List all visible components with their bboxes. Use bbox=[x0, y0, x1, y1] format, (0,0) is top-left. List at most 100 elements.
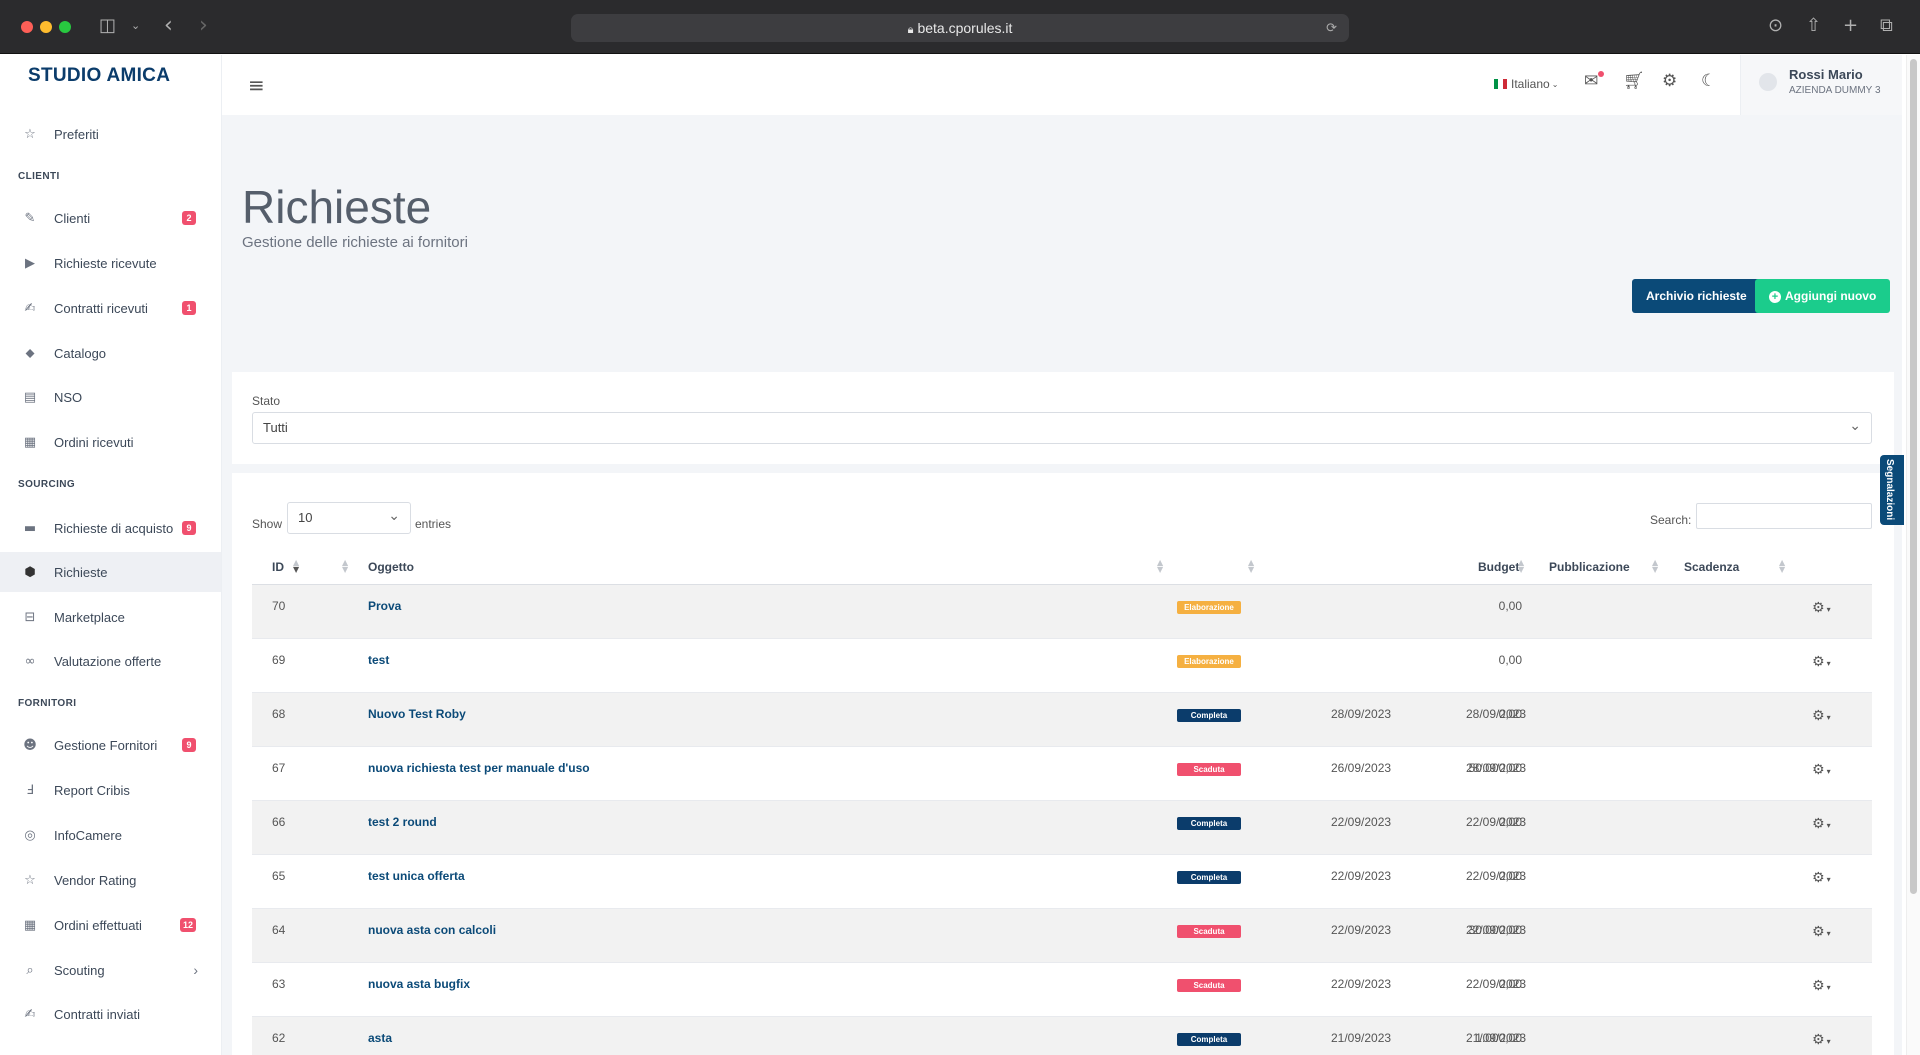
table-row[interactable]: 66 test 2 round Completa 0,00 22/09/2023 22/0… bbox=[252, 801, 1872, 855]
nav-section-heading: FORNITORI bbox=[18, 698, 77, 709]
sort-icon[interactable]: ▲ ▼ bbox=[1652, 559, 1658, 574]
sidebar-item-report-cribis[interactable]: Ⅎ Report Cribis bbox=[0, 770, 221, 810]
count-badge: 12 bbox=[179, 918, 196, 932]
reports-side-tab[interactable]: Segnalazioni bbox=[1880, 455, 1904, 525]
sidebar-item-catalogo[interactable]: ⬥ Catalogo bbox=[0, 333, 221, 373]
sidebar-item-infocamere[interactable]: ◎ InfoCamere bbox=[0, 815, 221, 855]
sidebar-item-clienti[interactable]: ✎ Clienti 2 bbox=[0, 198, 221, 238]
sidebar-item-ordini-ricevuti[interactable]: ▦ Ordini ricevuti bbox=[0, 422, 221, 462]
caret-down-icon: ▾ bbox=[1826, 983, 1831, 992]
cell-id: 65 bbox=[272, 869, 286, 883]
column-header-id[interactable]: ID bbox=[272, 549, 284, 585]
minimize-window-button[interactable] bbox=[40, 21, 52, 33]
sort-icon[interactable]: ▲ ▼ bbox=[342, 559, 348, 574]
sidebar-item-valutazione-offerte[interactable]: ∞ Valutazione offerte bbox=[0, 641, 221, 681]
search-input[interactable] bbox=[1696, 503, 1872, 529]
forward-icon[interactable]: › bbox=[199, 15, 208, 37]
column-header-object[interactable]: Oggetto bbox=[368, 549, 414, 585]
close-window-button[interactable] bbox=[21, 21, 33, 33]
sidebar-item-ordini-effettuati[interactable]: ▦ Ordini effettuati 12 bbox=[0, 905, 221, 945]
table-row[interactable]: 64 nuova asta con calcoli Scaduta 30.000,00… bbox=[252, 909, 1872, 963]
request-object-link[interactable]: nuova asta bugfix bbox=[368, 977, 470, 991]
back-icon[interactable]: ‹ bbox=[164, 15, 173, 37]
downloads-icon[interactable]: ⊙ bbox=[1768, 15, 1783, 37]
chevron-down-icon[interactable]: ⌄ bbox=[131, 15, 140, 37]
request-object-link[interactable]: test 2 round bbox=[368, 815, 437, 829]
sidebar-item-scouting[interactable]: ⌕ Scouting › bbox=[0, 950, 221, 990]
scrollbar-thumb[interactable] bbox=[1910, 59, 1917, 894]
sidebar-item-marketplace[interactable]: ⊟ Marketplace bbox=[0, 597, 221, 637]
reload-icon[interactable]: ⟳ bbox=[1326, 14, 1337, 42]
sidebar-item-nso[interactable]: ▤ NSO bbox=[0, 377, 221, 417]
status-badge: Completa bbox=[1177, 871, 1241, 884]
status-badge: Scaduta bbox=[1177, 925, 1241, 938]
row-actions-gear-icon[interactable]: ⚙ ▾ bbox=[1812, 816, 1831, 832]
column-header-expiry[interactable]: Scadenza bbox=[1684, 549, 1739, 585]
share-icon[interactable]: ⇧ bbox=[1806, 15, 1821, 37]
sidebar-item-contratti-ricevuti[interactable]: ✍ Contratti ricevuti 1 bbox=[0, 288, 221, 328]
sidebar-item-gestione-fornitori[interactable]: ☻ Gestione Fornitori 9 bbox=[0, 725, 221, 765]
settings-icon[interactable]: ⚙ bbox=[1662, 71, 1677, 91]
address-bar[interactable]: 🔒︎ beta.cporules.it ⟳ bbox=[571, 14, 1349, 42]
sidebar-item-label: Report Cribis bbox=[54, 782, 130, 798]
menu-toggle-icon[interactable]: ≡ bbox=[248, 73, 265, 97]
sidebar-item-vendor-rating[interactable]: ☆ Vendor Rating bbox=[0, 860, 221, 900]
archive-requests-button[interactable]: Archivio richieste bbox=[1632, 279, 1761, 313]
table-row[interactable]: 62 asta Completa 1.000,00 21/09/2023 21/09/20… bbox=[252, 1017, 1872, 1055]
brand-logo[interactable]: STUDIO AMICA bbox=[28, 65, 170, 87]
status-badge: Elaborazione bbox=[1177, 601, 1241, 614]
row-actions-gear-icon[interactable]: ⚙ ▾ bbox=[1812, 762, 1831, 778]
cell-expiry: 22/09/2023 bbox=[1466, 815, 1527, 829]
sidebar-item-richieste-di-acquisto[interactable]: ▬ Richieste di acquisto 9 bbox=[0, 508, 221, 548]
request-object-link[interactable]: nuova asta con calcoli bbox=[368, 923, 496, 937]
request-object-link[interactable]: asta bbox=[368, 1031, 392, 1045]
sort-icon[interactable]: ▲ ▼ bbox=[1779, 559, 1785, 574]
table-row[interactable]: 63 nuova asta bugfix Scaduta 0,00 22/09/2023… bbox=[252, 963, 1872, 1017]
table-row[interactable]: 68 Nuovo Test Roby Completa 0,00 28/09/2023 2… bbox=[252, 693, 1872, 747]
cell-id: 62 bbox=[272, 1031, 286, 1045]
entries-per-page-select[interactable]: 10 ⌄ bbox=[287, 502, 411, 534]
row-actions-gear-icon[interactable]: ⚙ ▾ bbox=[1812, 870, 1831, 886]
row-actions-gear-icon[interactable]: ⚙ ▾ bbox=[1812, 654, 1831, 670]
request-object-link[interactable]: test unica offerta bbox=[368, 869, 465, 883]
row-actions-gear-icon[interactable]: ⚙ ▾ bbox=[1812, 978, 1831, 994]
sort-icon[interactable]: ▲ ▼ bbox=[1157, 559, 1163, 574]
request-object-link[interactable]: nuova richiesta test per manuale d'uso bbox=[368, 761, 590, 775]
column-header-budget[interactable]: Budget bbox=[1478, 549, 1519, 585]
status-filter-select[interactable]: Tutti ⌄ bbox=[252, 412, 1872, 444]
browser-chrome: ◫ ⌄ ‹ › 🔒︎ beta.cporules.it ⟳ ⊙ ⇧ + ⧉ bbox=[0, 0, 1920, 54]
tabs-overview-icon[interactable]: ⧉ bbox=[1880, 15, 1893, 37]
add-new-button[interactable]: + Aggiungi nuovo bbox=[1755, 279, 1891, 313]
request-object-link[interactable]: Nuovo Test Roby bbox=[368, 707, 466, 721]
sidebar-item-preferiti[interactable]: ☆ Preferiti bbox=[0, 114, 221, 154]
new-tab-icon[interactable]: + bbox=[1843, 15, 1858, 37]
table-row[interactable]: 69 test Elaborazione 0,00 ⚙ ▾ bbox=[252, 639, 1872, 693]
request-object-link[interactable]: test bbox=[368, 653, 389, 667]
language-selector[interactable]: Italiano ⌄ bbox=[1494, 77, 1558, 91]
sidebar-item-richieste[interactable]: ⬢ Richieste bbox=[0, 552, 221, 592]
table-row[interactable]: 65 test unica offerta Completa 0,00 22/09/20… bbox=[252, 855, 1872, 909]
sidebar-item-contratti-inviati[interactable]: ✍ Contratti inviati bbox=[0, 994, 221, 1034]
row-actions-gear-icon[interactable]: ⚙ ▾ bbox=[1812, 924, 1831, 940]
entries-per-page-value: 10 bbox=[298, 510, 313, 525]
sidebar-toggle-icon[interactable]: ◫ bbox=[99, 15, 116, 37]
row-actions-gear-icon[interactable]: ⚙ ▾ bbox=[1812, 1032, 1831, 1048]
request-object-link[interactable]: Prova bbox=[368, 599, 401, 613]
sort-icon[interactable]: ▲ ▼ bbox=[1248, 559, 1254, 574]
table-row[interactable]: 70 Prova Elaborazione 0,00 ⚙ ▾ bbox=[252, 585, 1872, 639]
star-outline-icon: ☆ bbox=[24, 872, 36, 888]
maximize-window-button[interactable] bbox=[59, 21, 71, 33]
mail-icon[interactable]: ✉ bbox=[1584, 71, 1598, 91]
sidebar-item-label: Clienti bbox=[54, 210, 91, 226]
sort-icon[interactable]: ▲ ▼ bbox=[1518, 559, 1524, 574]
sort-desc-icon[interactable]: ▲ ▼ bbox=[293, 559, 299, 574]
row-actions-gear-icon[interactable]: ⚙ ▾ bbox=[1812, 600, 1831, 616]
cart-icon[interactable]: 🛒︎ bbox=[1623, 71, 1645, 91]
dark-mode-icon[interactable]: ☾ bbox=[1701, 71, 1716, 91]
page-scrollbar[interactable] bbox=[1906, 55, 1920, 1055]
table-row[interactable]: 67 nuova richiesta test per manuale d'uso… bbox=[252, 747, 1872, 801]
sidebar-item-richieste-ricevute[interactable]: ▶ Richieste ricevute bbox=[0, 243, 221, 283]
row-actions-gear-icon[interactable]: ⚙ ▾ bbox=[1812, 708, 1831, 724]
user-menu[interactable]: Rossi Mario AZIENDA DUMMY 3 bbox=[1740, 55, 1902, 115]
column-header-published[interactable]: Pubblicazione bbox=[1549, 549, 1630, 585]
